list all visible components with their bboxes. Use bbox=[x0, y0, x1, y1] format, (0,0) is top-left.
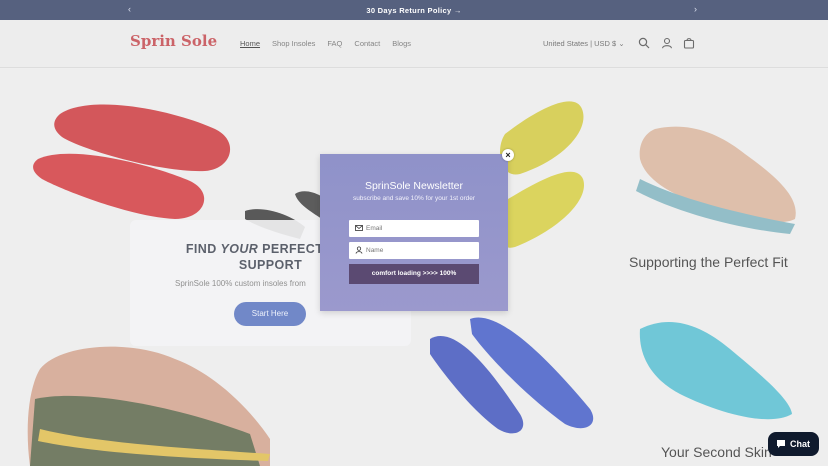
name-field[interactable] bbox=[349, 242, 479, 259]
chat-bubble-icon bbox=[777, 440, 785, 448]
popup-title: SprinSole Newsletter bbox=[364, 180, 464, 192]
chat-button[interactable]: Chat bbox=[768, 432, 819, 456]
popup-subtitle: subscribe and save 10% for your 1st orde… bbox=[352, 195, 476, 202]
close-icon[interactable]: × bbox=[502, 149, 514, 161]
subscribe-button[interactable]: comfort loading >>>> 100% bbox=[349, 264, 479, 284]
chat-label: Chat bbox=[790, 439, 810, 449]
newsletter-popup: SprinSole Newsletter subscribe and save … bbox=[320, 154, 508, 311]
email-field[interactable] bbox=[349, 220, 479, 237]
mail-icon bbox=[355, 225, 363, 231]
email-input[interactable] bbox=[366, 220, 476, 237]
name-input[interactable] bbox=[366, 242, 476, 259]
user-icon bbox=[355, 246, 363, 254]
